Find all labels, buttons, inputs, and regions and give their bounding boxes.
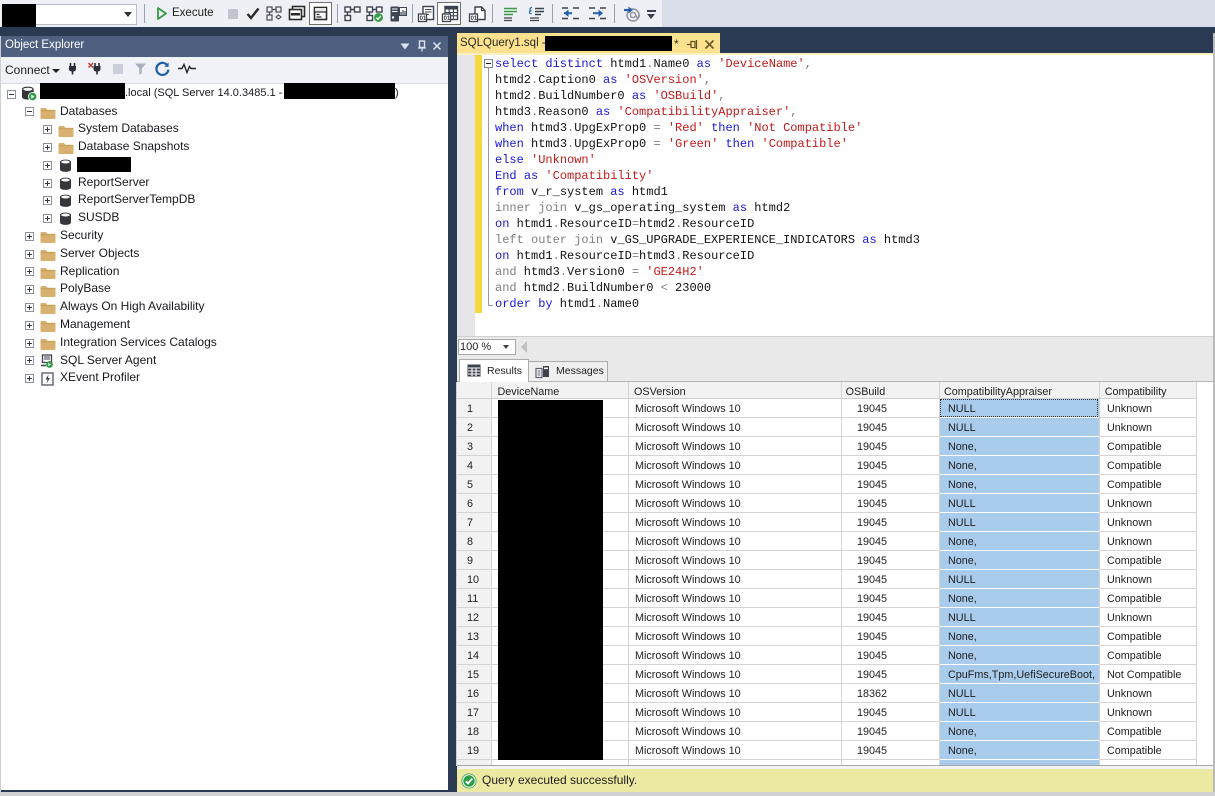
svg-text:01: 01 bbox=[420, 16, 427, 22]
svg-text:01: 01 bbox=[471, 16, 478, 22]
svg-text:01: 01 bbox=[444, 16, 451, 22]
